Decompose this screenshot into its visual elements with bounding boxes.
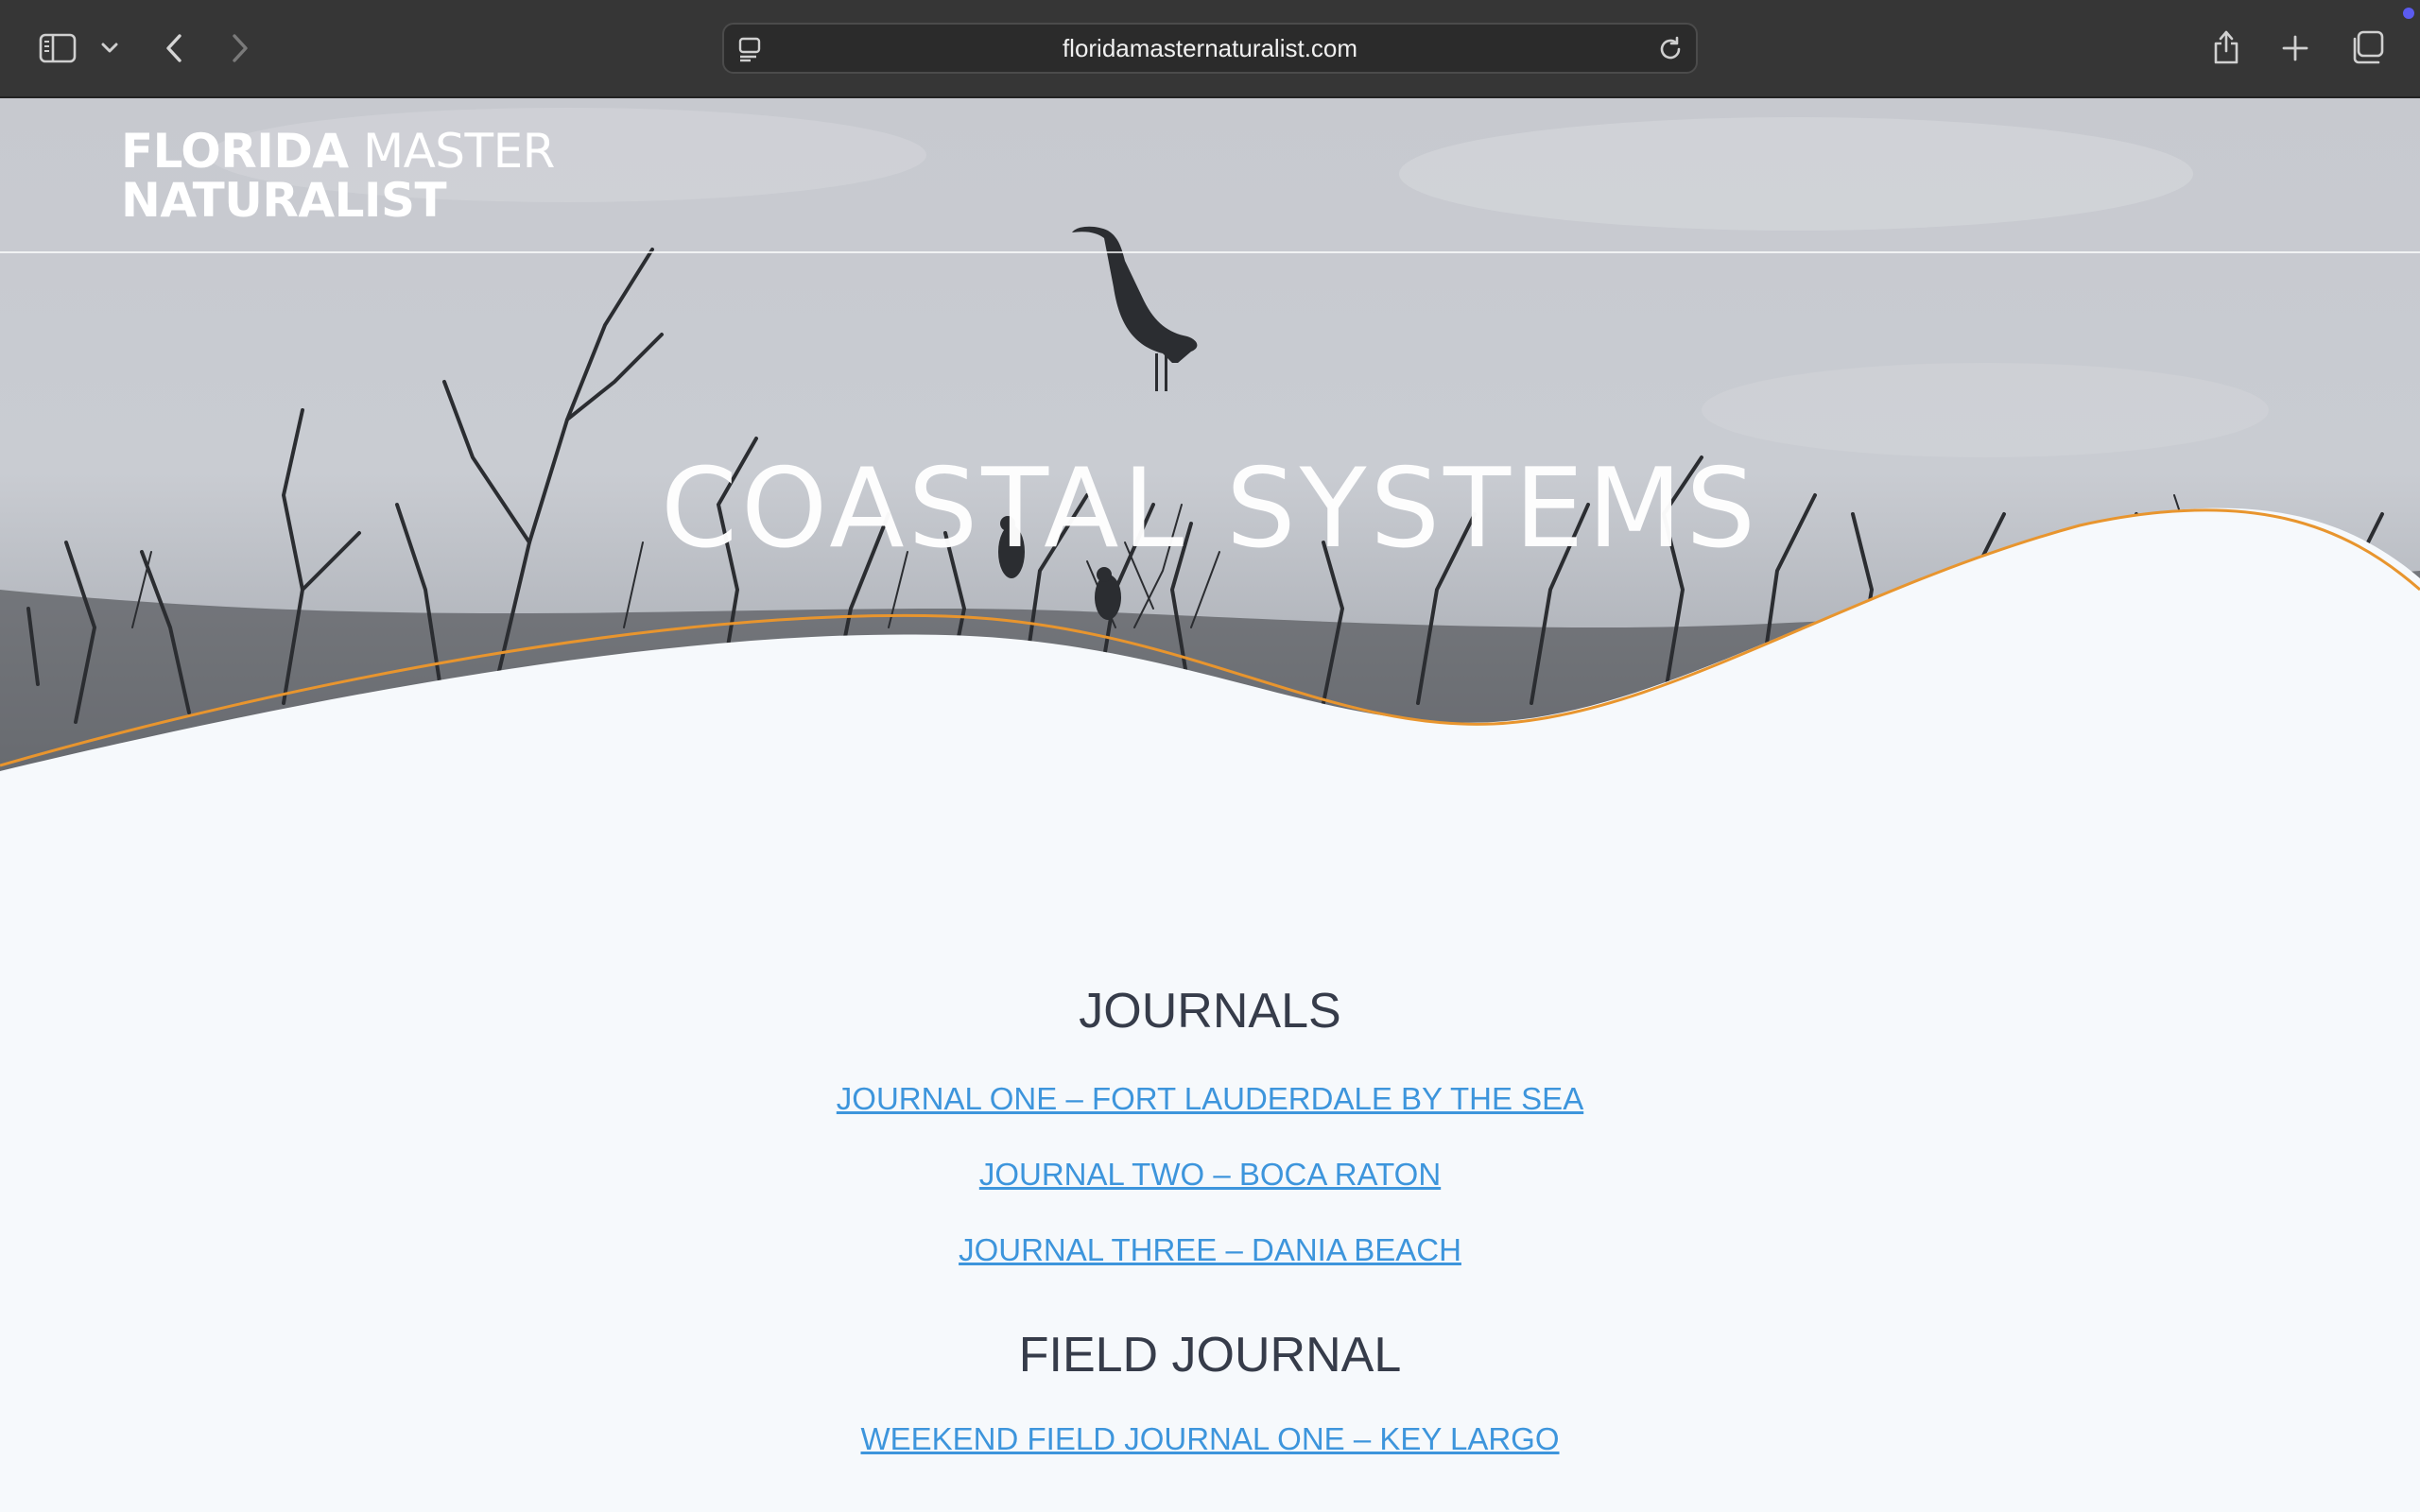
new-tab-button[interactable] [2276,28,2314,68]
sidebar-icon [39,33,77,63]
address-bar[interactable]: floridamasternaturalist.com [722,23,1698,74]
page-title: COASTAL SYSTEMS [661,445,1759,573]
site-logo[interactable]: FLORIDA MASTER NATURALIST [121,127,555,225]
back-icon [164,33,183,63]
sidebar-toggle-button[interactable] [34,28,81,68]
tab-overview-button[interactable] [2346,26,2388,68]
journal-link-one[interactable]: JOURNAL ONE – FORT LAUDERDALE BY THE SEA [0,1081,2420,1117]
new-tab-icon [2281,34,2309,62]
logo-word-master: MASTER [348,124,555,179]
share-icon [2211,28,2241,66]
logo-word-naturalist: NATURALIST [121,173,447,228]
field-journal-heading: FIELD JOURNAL [1018,1328,1402,1383]
journal-link-two[interactable]: JOURNAL TWO – BOCA RATON [0,1157,2420,1193]
back-button[interactable] [157,28,191,68]
field-journal-link-one[interactable]: WEEKEND FIELD JOURNAL ONE – KEY LARGO [0,1421,2420,1457]
forward-icon [231,33,250,63]
journal-link-three[interactable]: JOURNAL THREE – DANIA BEACH [0,1232,2420,1268]
site-header: FLORIDA MASTER NATURALIST [0,98,2420,253]
notification-dot [2403,8,2414,19]
tabs-overview-icon [2349,29,2385,65]
share-button[interactable] [2206,25,2246,70]
logo-word-florida: FLORIDA [121,124,349,179]
sidebar-menu-button[interactable] [96,34,123,62]
hero-banner: FLORIDA MASTER NATURALIST COASTAL SYSTEM… [0,98,2420,779]
forward-button[interactable] [223,28,257,68]
url-text[interactable]: floridamasternaturalist.com [724,25,1696,72]
reload-icon[interactable] [1656,35,1685,63]
browser-toolbar: floridamasternaturalist.com [0,0,2420,98]
journals-heading: JOURNALS [1079,984,1341,1039]
chevron-down-icon [101,43,118,54]
